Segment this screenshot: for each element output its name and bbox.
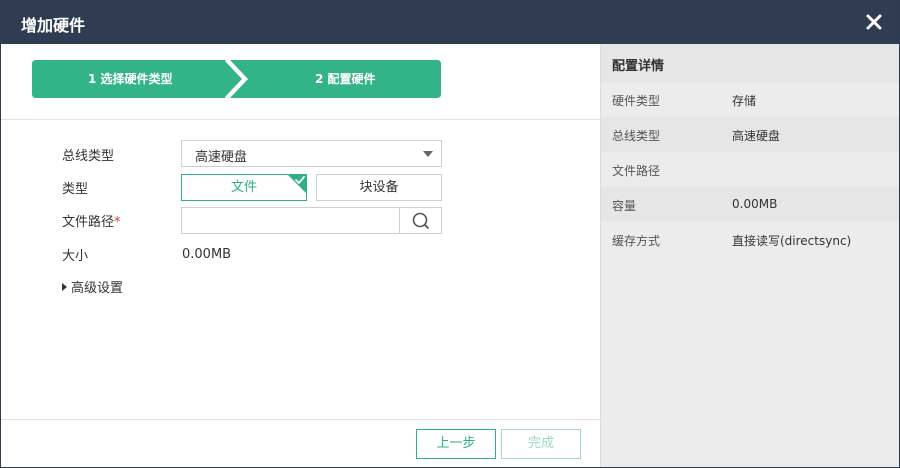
detail-row-hardware-type: 硬件类型 存储 — [601, 82, 899, 117]
detail-row-cache-mode: 缓存方式 直接读写(directsync) — [601, 222, 899, 257]
detail-key: 缓存方式 — [612, 234, 661, 248]
config-form-panel: 1 选择硬件类型 2 配置硬件 总线类型 高速硬盘 类型 文件 块设备 文件路径… — [1, 44, 601, 467]
type-option-file[interactable]: 文件 — [181, 174, 307, 201]
chevron-down-icon — [423, 151, 433, 157]
type-option-block-device-label: 块设备 — [359, 180, 399, 195]
file-path-label-text: 文件路径 — [62, 215, 115, 230]
finish-button[interactable]: 完成 — [501, 429, 581, 459]
divider — [1, 119, 601, 120]
detail-value: 高速硬盘 — [732, 129, 781, 143]
browse-button[interactable] — [399, 207, 442, 234]
detail-row-capacity: 容量 0.00MB — [601, 187, 899, 222]
advanced-settings-toggle[interactable]: 高级设置 — [62, 277, 123, 296]
dialog-titlebar: 增加硬件 — [1, 1, 899, 44]
detail-value: 0.00MB — [732, 197, 778, 211]
footer-divider — [1, 419, 601, 420]
search-icon — [412, 212, 429, 229]
detail-value: 存储 — [732, 94, 757, 108]
config-details-panel: 配置详情 硬件类型 存储 总线类型 高速硬盘 文件路径 容量 0.00MB 缓存… — [601, 44, 899, 467]
detail-row-bus-type: 总线类型 高速硬盘 — [601, 117, 899, 152]
type-option-file-label: 文件 — [230, 180, 257, 195]
detail-key: 文件路径 — [612, 164, 661, 178]
detail-row-file-path: 文件路径 — [601, 152, 899, 187]
bus-type-select[interactable]: 高速硬盘 — [181, 140, 442, 167]
advanced-settings-label: 高级设置 — [71, 281, 124, 296]
detail-key: 总线类型 — [612, 129, 661, 143]
size-label: 大小 — [62, 249, 89, 264]
previous-step-button[interactable]: 上一步 — [416, 429, 496, 459]
details-header: 配置详情 — [601, 44, 899, 82]
detail-key: 硬件类型 — [612, 94, 661, 108]
close-icon[interactable] — [861, 9, 887, 35]
details-title: 配置详情 — [612, 59, 665, 74]
required-mark: * — [114, 215, 121, 230]
bus-type-value: 高速硬盘 — [195, 150, 248, 165]
type-label: 类型 — [62, 182, 89, 197]
file-path-label: 文件路径* — [62, 211, 121, 230]
caret-right-icon — [62, 283, 67, 291]
step-2-configure-hardware: 2 配置硬件 — [315, 72, 376, 86]
detail-key: 容量 — [612, 199, 637, 213]
step-1-select-hardware-type: 1 选择硬件类型 — [88, 72, 173, 86]
detail-value: 直接读写(directsync) — [732, 234, 852, 248]
dialog-title: 增加硬件 — [21, 16, 86, 35]
bus-type-label: 总线类型 — [62, 149, 115, 164]
file-path-input[interactable] — [181, 207, 400, 234]
wizard-steps: 1 选择硬件类型 2 配置硬件 — [32, 60, 442, 98]
type-option-block-device[interactable]: 块设备 — [316, 174, 442, 201]
check-icon — [287, 174, 307, 194]
size-value: 0.00MB — [182, 247, 232, 262]
add-hardware-dialog: 增加硬件 1 选择硬件类型 2 配置硬件 总线类型 高速硬盘 类型 文件 块设备… — [0, 0, 900, 468]
